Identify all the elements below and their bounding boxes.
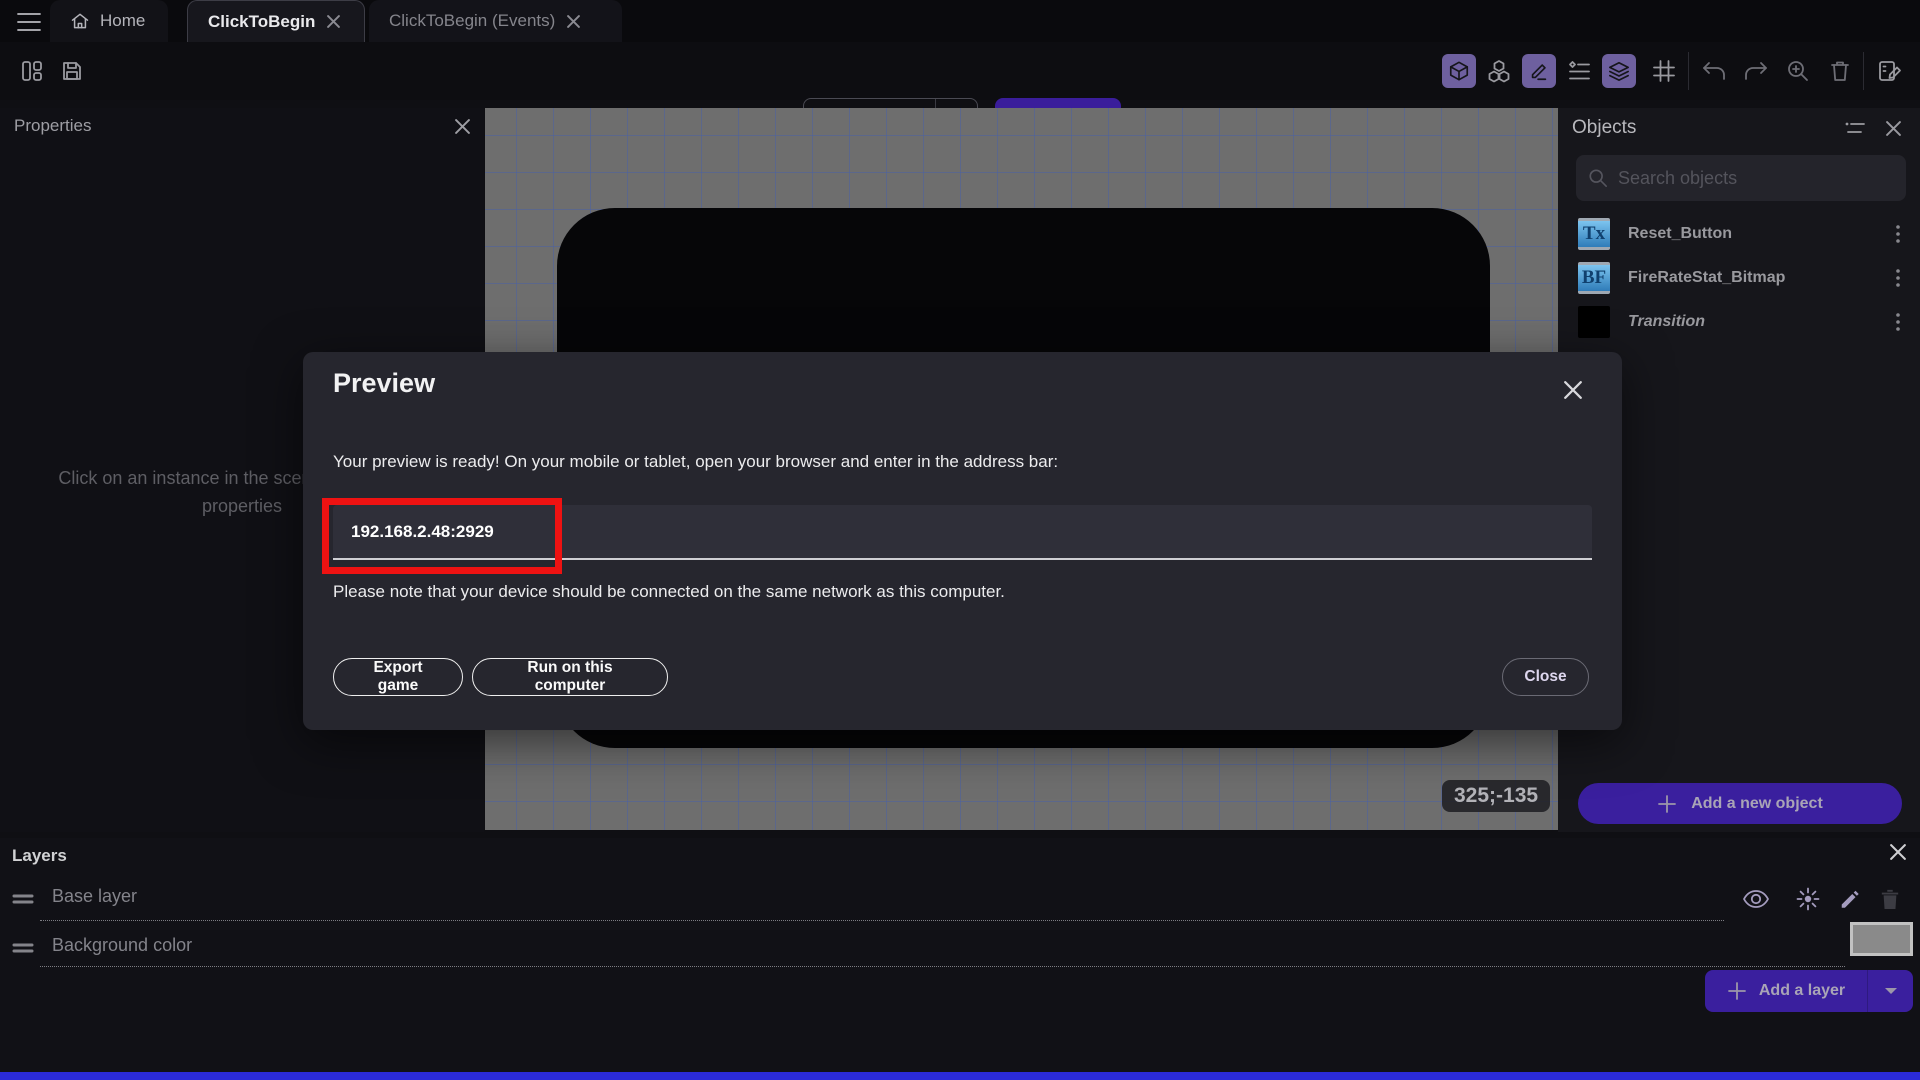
tab-home[interactable]: Home [50, 0, 168, 42]
home-icon [70, 11, 90, 31]
filter-icon[interactable] [1842, 115, 1868, 141]
layer-name-base-layer[interactable] [52, 886, 652, 907]
add-layer-dropdown-caret[interactable] [1867, 970, 1913, 1012]
object-item-reset-button[interactable]: Tx Reset_Button [1558, 212, 1920, 256]
tab-events-close-icon[interactable] [565, 13, 582, 30]
background-color-swatch[interactable] [1850, 922, 1913, 956]
layers-close-icon[interactable] [1890, 844, 1906, 860]
undo-icon[interactable] [1700, 57, 1728, 85]
dialog-message: Your preview is ready! On your mobile or… [333, 452, 1059, 471]
objects-close-icon[interactable] [1880, 115, 1906, 141]
toolbar-separator [1863, 52, 1864, 90]
tab-home-label: Home [100, 11, 146, 30]
layers-panel: Layers Base layer Background color Add a… [0, 838, 1920, 1072]
hamburger-menu-icon[interactable] [12, 9, 46, 35]
objects-search-box[interactable] [1576, 155, 1906, 201]
layer-visibility-eye-icon[interactable] [1743, 886, 1769, 912]
tab-events-label: ClickToBegin (Events) [389, 11, 556, 30]
export-game-button[interactable]: Export game [333, 658, 463, 696]
redo-icon[interactable] [1742, 57, 1770, 85]
bottom-accent-bar [0, 1072, 1920, 1080]
add-layer-label: Add a layer [1758, 982, 1846, 999]
objects-search-input[interactable] [1618, 167, 1894, 189]
edit-pencil-icon[interactable] [1522, 54, 1556, 88]
close-button[interactable]: Close [1502, 658, 1589, 696]
layer-field-underline [40, 966, 1845, 967]
layer-name-background-color[interactable] [52, 935, 652, 956]
add-new-object-label: Add a new object [1691, 794, 1823, 812]
search-icon [1588, 168, 1608, 188]
cursor-coordinates-badge: 325;-135 [1442, 780, 1551, 812]
3d-box-icon[interactable] [1442, 54, 1476, 88]
object-menu-dots-icon[interactable] [1888, 313, 1908, 331]
properties-panel-title: Properties [14, 116, 92, 135]
tab-bar: Home ClickToBegin ClickToBegin (Events) [0, 0, 1920, 42]
object-item-transition[interactable]: Transition [1558, 300, 1920, 344]
drag-handle-icon[interactable] [12, 892, 36, 906]
preview-dialog: Preview Your preview is ready! On your m… [303, 352, 1622, 730]
bitmap-font-object-icon: BF [1578, 262, 1610, 294]
objects-panel-title: Objects [1572, 117, 1637, 138]
dialog-note: Please note that your device should be c… [333, 582, 1005, 601]
add-new-object-button[interactable]: Add a new object [1578, 783, 1902, 824]
layer-field-underline [40, 920, 1724, 921]
objects-list: Tx Reset_Button BF FireRateStat_Bitmap T… [1558, 212, 1920, 344]
delete-trash-icon[interactable] [1826, 57, 1854, 85]
properties-close-icon[interactable] [455, 118, 470, 134]
tab-scene-close-icon[interactable] [325, 13, 342, 30]
black-square-object-icon [1578, 306, 1610, 338]
layers-panel-title: Layers [12, 846, 67, 865]
drag-handle-icon[interactable] [12, 941, 36, 955]
object-name: Reset_Button [1628, 225, 1733, 242]
grid-icon[interactable] [1650, 57, 1678, 85]
gdevelop-app: Home ClickToBegin ClickToBegin (Events) [0, 0, 1920, 1080]
object-menu-dots-icon[interactable] [1888, 225, 1908, 243]
text-object-icon: Tx [1578, 218, 1610, 250]
tab-scene[interactable]: ClickToBegin [187, 0, 365, 42]
object-item-fireratestat-bitmap[interactable]: BF FireRateStat_Bitmap [1558, 256, 1920, 300]
dialog-title: Preview [333, 368, 436, 398]
editor-toolbar: Preview Publish [0, 42, 1920, 138]
object-name: FireRateStat_Bitmap [1628, 269, 1786, 286]
instances-cubes-icon[interactable] [1482, 54, 1516, 88]
object-menu-dots-icon[interactable] [1888, 269, 1908, 287]
edit-events-icon[interactable] [1876, 57, 1904, 85]
layer-effects-icon[interactable] [1795, 886, 1821, 912]
layer-delete-trash-icon[interactable] [1877, 886, 1903, 912]
object-name: Transition [1628, 313, 1706, 330]
tab-scene-label: ClickToBegin [208, 11, 316, 31]
dialog-close-icon[interactable] [1557, 374, 1589, 406]
toolbar-separator [1688, 52, 1689, 90]
instance-properties-icon[interactable] [1565, 57, 1593, 85]
layer-edit-pencil-icon[interactable] [1837, 886, 1863, 912]
run-on-this-computer-button[interactable]: Run on this computer [472, 658, 668, 696]
preview-address-input[interactable] [333, 505, 1592, 560]
layers-icon[interactable] [1602, 54, 1636, 88]
plus-icon [1727, 981, 1747, 1001]
zoom-in-icon[interactable] [1784, 57, 1812, 85]
add-layer-button[interactable]: Add a layer [1705, 970, 1913, 1012]
save-icon[interactable] [58, 57, 86, 85]
tab-events[interactable]: ClickToBegin (Events) [369, 0, 622, 42]
plus-icon [1657, 794, 1677, 814]
project-manager-icon[interactable] [18, 57, 46, 85]
